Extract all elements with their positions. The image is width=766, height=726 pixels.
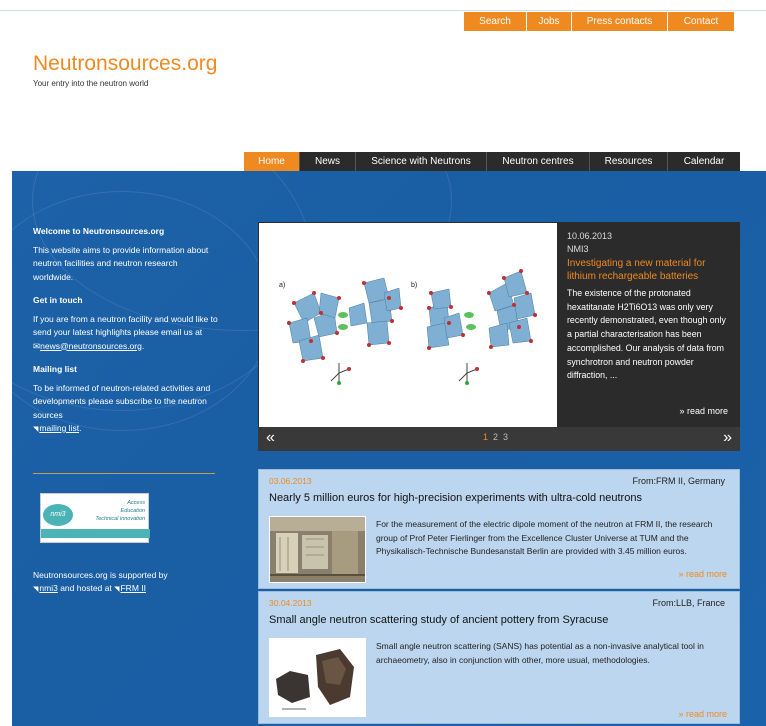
link-arrow-icon: ◥ — [33, 426, 39, 433]
news-read-more-link[interactable]: » read more — [678, 709, 727, 719]
mailing-heading: Mailing list — [33, 364, 77, 374]
nav-home[interactable]: Home — [244, 152, 300, 171]
figure-label-b: b) — [411, 282, 417, 289]
nav-resources[interactable]: Resources — [590, 152, 668, 171]
mailing-text: To be informed of neutron-related activi… — [33, 382, 211, 434]
slider-page-3[interactable]: 3 — [503, 432, 508, 442]
slide-date: 10.06.2013 — [567, 231, 613, 241]
frm2-link[interactable]: FRM II — [120, 583, 146, 593]
featured-slider: a) b) 10.06.2013 NMI3 Investigating a ne… — [258, 222, 740, 451]
press-contacts-link[interactable]: Press contacts — [572, 12, 667, 31]
slide-image[interactable]: a) b) — [259, 223, 557, 428]
contact-link[interactable]: Contact — [668, 12, 734, 31]
top-utility-nav: Search Jobs Press contacts Contact — [464, 12, 735, 31]
page: Search Jobs Press contacts Contact Neutr… — [0, 0, 766, 726]
sidebar: Welcome to Neutronsources.org This websi… — [33, 225, 219, 447]
news-source-value: LLB, France — [675, 598, 725, 608]
lab-photo — [270, 517, 365, 582]
news-date: 30.04.2013 — [269, 598, 312, 608]
nmi3-link[interactable]: nmi3 — [39, 583, 57, 593]
pottery-photo — [270, 639, 365, 716]
slide-body: The existence of the protonated hexatita… — [567, 288, 726, 381]
email-link[interactable]: news@neutronsources.org — [40, 341, 142, 351]
slider-page-2[interactable]: 2 — [493, 432, 498, 442]
crystal-structure-figure: a) b) — [279, 269, 537, 385]
slider-page-1[interactable]: 1 — [483, 432, 488, 442]
slider-pager: 123 — [483, 432, 513, 442]
contact-text: If you are from a neutron facility and w… — [33, 313, 218, 351]
news-source-value: FRM II, Germany — [655, 476, 725, 486]
welcome-heading: Welcome to Neutronsources.org — [33, 226, 165, 236]
banner-tag-access: Access — [127, 500, 145, 506]
news-item: 30.04.2013 From:LLB, France Small angle … — [258, 591, 740, 724]
banner-bar — [41, 529, 150, 538]
link-arrow-icon: ◥ — [33, 586, 39, 593]
banner-tag-education: Education — [120, 508, 145, 514]
news-item: 03.06.2013 From:FRM II, Germany Nearly 5… — [258, 469, 740, 589]
search-link[interactable]: Search — [464, 12, 526, 31]
sidebar-divider — [33, 473, 215, 474]
news-thumbnail[interactable] — [269, 516, 366, 583]
contact-heading: Get in touch — [33, 295, 83, 305]
news-thumbnail[interactable] — [269, 638, 366, 717]
news-source: From:LLB, France — [652, 598, 725, 608]
contact-text-body: If you are from a neutron facility and w… — [33, 313, 218, 338]
site-tagline: Your entry into the neutron world — [33, 79, 149, 88]
welcome-text: This website aims to provide information… — [33, 244, 209, 282]
main-nav: Home News Science with Neutrons Neutron … — [244, 152, 740, 171]
fp7-banner[interactable]: nmi3 Access Education Technical innovati… — [40, 493, 150, 543]
news-body: For the measurement of the electric dipo… — [376, 519, 713, 556]
slide-read-more-link[interactable]: » read more — [679, 406, 728, 416]
news-title[interactable]: Nearly 5 million euros for high-precisio… — [269, 492, 642, 504]
top-rule — [0, 10, 766, 11]
figure-label-a: a) — [279, 282, 285, 289]
site-logo[interactable]: Neutronsources.org — [33, 52, 217, 76]
banner-tag-innovation: Technical innovation — [95, 516, 145, 522]
nav-calendar[interactable]: Calendar — [668, 152, 740, 171]
news-body: Small angle neutron scattering (SANS) ha… — [376, 641, 704, 665]
news-source-label: From: — [652, 598, 676, 608]
news-source: From:FRM II, Germany — [632, 476, 725, 486]
slider-controls: « 123 » — [258, 427, 740, 451]
news-source-label: From: — [632, 476, 656, 486]
news-read-more-link[interactable]: » read more — [678, 569, 727, 579]
support-text: Neutronsources.org is supported by ◥nmi3… — [33, 569, 223, 596]
nav-neutron-centres[interactable]: Neutron centres — [487, 152, 590, 171]
slider-next-button[interactable]: » — [723, 430, 732, 446]
slider-prev-button[interactable]: « — [266, 430, 275, 446]
slide-text: 10.06.2013 NMI3 Investigating a new mate… — [567, 230, 733, 383]
news-date: 03.06.2013 — [269, 476, 312, 486]
jobs-link[interactable]: Jobs — [527, 12, 571, 31]
news-title[interactable]: Small angle neutron scattering study of … — [269, 614, 608, 626]
nav-science-with-neutrons[interactable]: Science with Neutrons — [356, 152, 487, 171]
support-text-1: Neutronsources.org is supported by — [33, 570, 168, 580]
nmi3-logo: nmi3 — [43, 504, 73, 526]
slide-title[interactable]: Investigating a new material for lithium… — [567, 258, 733, 283]
slide-category: NMI3 — [567, 244, 589, 254]
mailing-list-link[interactable]: mailing list — [39, 423, 79, 433]
nav-news[interactable]: News — [300, 152, 356, 171]
mailing-text-body: To be informed of neutron-related activi… — [33, 382, 211, 420]
support-text-2: and hosted at — [60, 583, 112, 593]
link-arrow-icon: ◥ — [114, 586, 120, 593]
